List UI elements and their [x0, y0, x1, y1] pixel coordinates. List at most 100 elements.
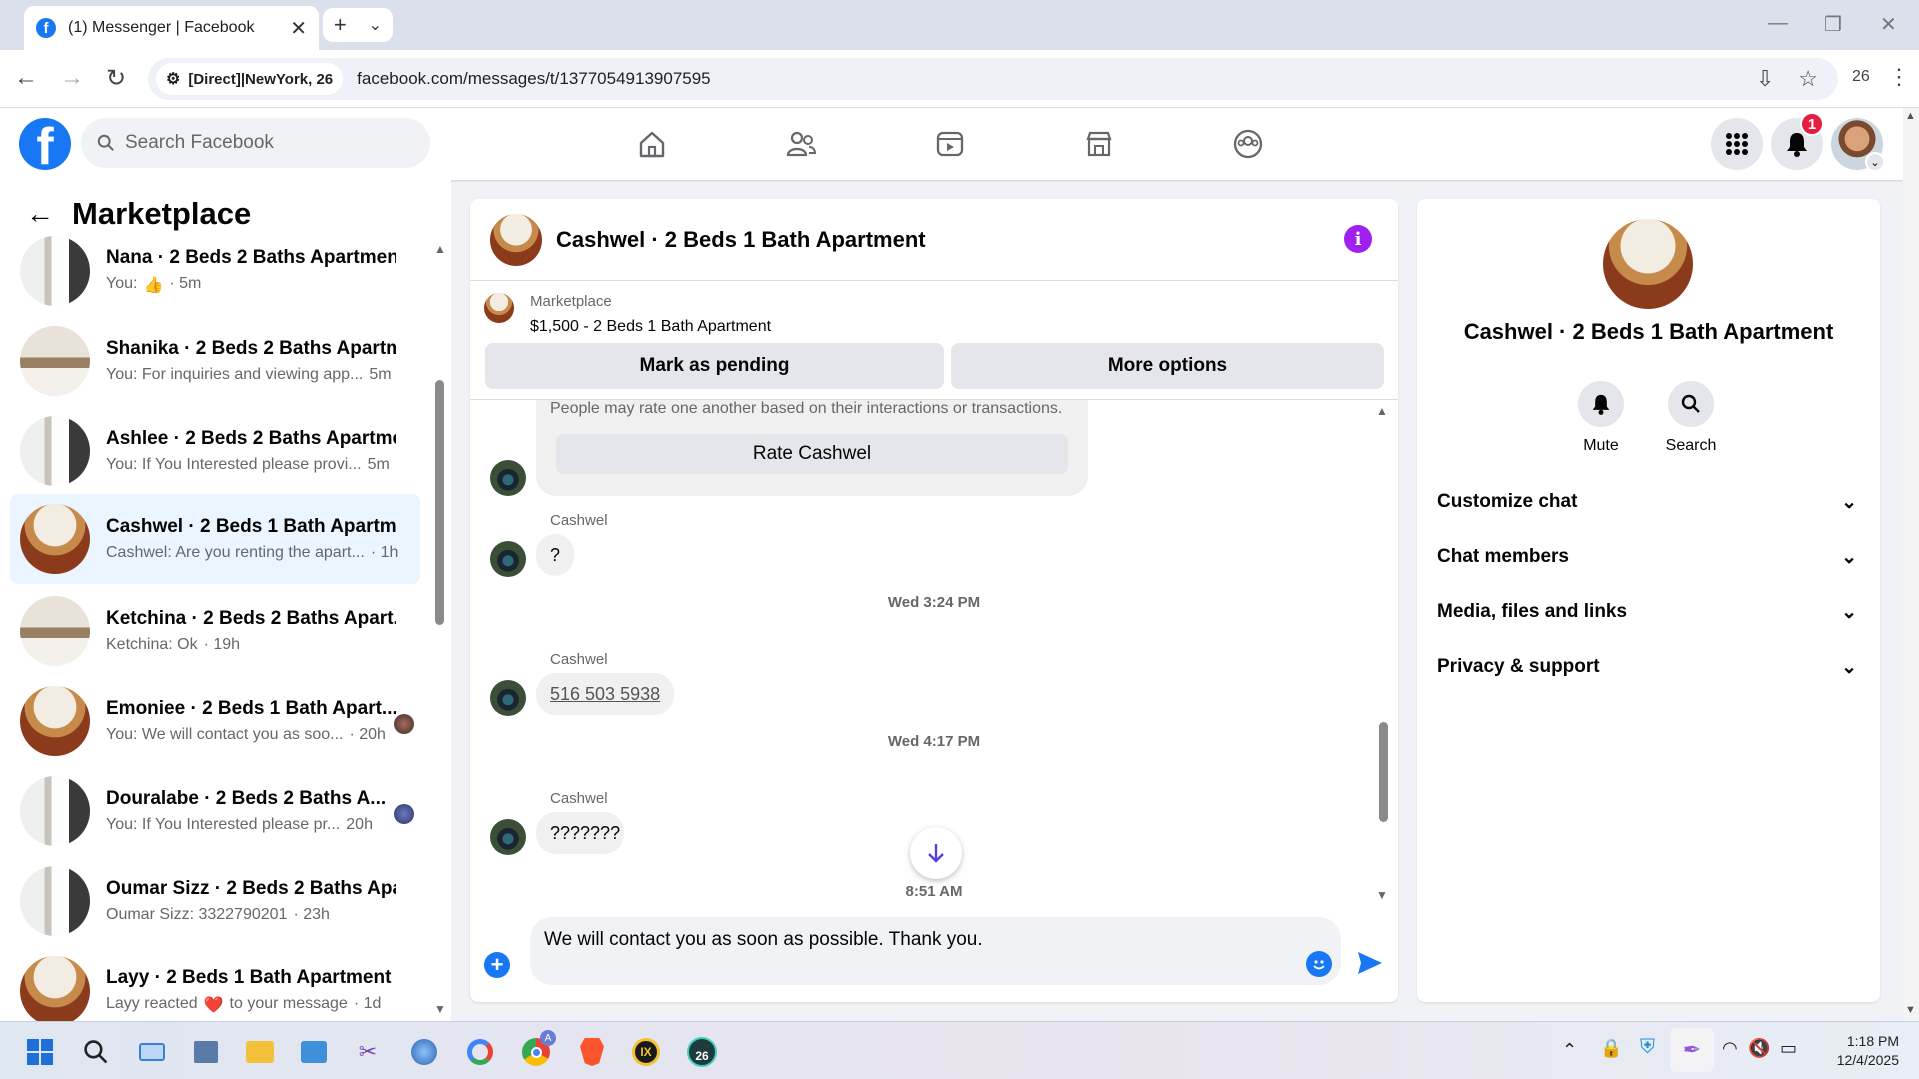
- chat-avatar[interactable]: [490, 213, 542, 266]
- globe-browser-icon[interactable]: [406, 1034, 442, 1070]
- new-tab-icon[interactable]: +: [334, 12, 347, 38]
- page-scrollbar[interactable]: ▲ ▼: [1903, 108, 1919, 1021]
- computer-app-icon[interactable]: [188, 1034, 224, 1070]
- google-app-icon[interactable]: [462, 1034, 498, 1070]
- minimize-icon[interactable]: —: [1768, 12, 1788, 35]
- security-lock-icon[interactable]: 🔒: [1600, 1038, 1622, 1059]
- wifi-icon[interactable]: ◠: [1722, 1038, 1738, 1059]
- task-view-icon[interactable]: [134, 1034, 170, 1070]
- restore-icon[interactable]: ❐: [1824, 12, 1842, 37]
- conversation-item[interactable]: Emoniee · 2 Beds 1 Bath Apart... You: We…: [10, 682, 420, 760]
- close-tab-icon[interactable]: ✕: [290, 16, 307, 41]
- media-files-links-section[interactable]: Media, files and links ⌄: [1437, 590, 1857, 634]
- marketplace-icon[interactable]: [1071, 122, 1127, 166]
- chat-scroll-up-icon[interactable]: ▲: [1376, 404, 1388, 418]
- file-explorer-icon[interactable]: [242, 1034, 278, 1070]
- pen-app-icon[interactable]: ✒: [1670, 1028, 1714, 1072]
- mute-label: Mute: [1583, 437, 1619, 454]
- conversation-item[interactable]: Douralabe · 2 Beds 2 Baths A... You: If …: [10, 772, 420, 850]
- groups-icon[interactable]: [1220, 122, 1276, 166]
- back-icon[interactable]: ←: [14, 64, 38, 92]
- send-icon[interactable]: [1356, 950, 1384, 981]
- sidebar-scrollbar-thumb[interactable]: [435, 380, 444, 625]
- listing-title[interactable]: $1,500 - 2 Beds 1 Bath Apartment: [530, 318, 771, 336]
- tab-list-chevron-icon[interactable]: ⌄: [369, 15, 382, 35]
- sender-avatar[interactable]: [490, 541, 526, 577]
- system-clock[interactable]: 1:18 PM 12/4/2025: [1837, 1032, 1899, 1070]
- mute-button[interactable]: Mute: [1561, 381, 1641, 455]
- friends-icon[interactable]: [773, 122, 829, 166]
- sender-avatar[interactable]: [490, 460, 526, 496]
- add-attachment-icon[interactable]: +: [484, 952, 510, 978]
- install-app-icon[interactable]: ⇩: [1756, 66, 1774, 92]
- address-bar[interactable]: ⚙ [Direct]|NewYork, 26 facebook.com/mess…: [148, 58, 1838, 100]
- conversation-item-active[interactable]: Cashwel · 2 Beds 1 Bath Apartm... Cashwe…: [10, 494, 420, 584]
- chat-members-section[interactable]: Chat members ⌄: [1437, 535, 1857, 579]
- sender-avatar[interactable]: [490, 819, 526, 855]
- info-icon[interactable]: i: [1344, 225, 1372, 253]
- ix-browser-icon[interactable]: IX: [628, 1034, 664, 1070]
- page-scroll-up-icon[interactable]: ▲: [1905, 110, 1916, 122]
- site-info-chip[interactable]: ⚙ [Direct]|NewYork, 26: [156, 63, 344, 95]
- close-window-icon[interactable]: ✕: [1880, 12, 1897, 37]
- conversation-thumbnail: [20, 776, 90, 846]
- message-bubble[interactable]: ?: [536, 534, 574, 576]
- search-icon: [1681, 394, 1700, 413]
- url-text[interactable]: facebook.com/messages/t/1377054913907595: [357, 69, 1744, 89]
- notification-badge: 1: [1800, 112, 1824, 136]
- emoji-icon[interactable]: [1306, 951, 1332, 977]
- snipping-tool-icon[interactable]: ✂: [350, 1034, 386, 1070]
- rate-cashwel-button[interactable]: Rate Cashwel: [556, 434, 1068, 474]
- brave-icon[interactable]: [574, 1034, 610, 1070]
- profile-26-app-icon[interactable]: 26: [684, 1034, 720, 1070]
- speaker-muted-icon[interactable]: 🔇: [1748, 1038, 1770, 1059]
- sender-name: Cashwel: [550, 790, 608, 807]
- bookmark-star-icon[interactable]: ☆: [1798, 66, 1818, 92]
- battery-icon[interactable]: ▭: [1780, 1038, 1797, 1059]
- back-arrow-icon[interactable]: ←: [26, 198, 54, 230]
- message-bubble[interactable]: ???????: [536, 812, 624, 854]
- more-options-button[interactable]: More options: [951, 343, 1384, 389]
- remote-desktop-icon[interactable]: [296, 1034, 332, 1070]
- windows-start-icon[interactable]: [22, 1034, 58, 1070]
- chat-scroll-down-icon[interactable]: ▼: [1376, 888, 1388, 902]
- conversation-item[interactable]: Nana · 2 Beds 2 Baths Apartment You: 👍 · 5…: [10, 232, 420, 310]
- search-in-chat-button[interactable]: Search: [1651, 381, 1731, 455]
- browser-tab[interactable]: f (1) Messenger | Facebook ✕: [24, 6, 319, 50]
- conversation-item[interactable]: Shanika · 2 Beds 2 Baths Apartm... You: …: [10, 322, 420, 400]
- reload-icon[interactable]: ↻: [106, 64, 126, 93]
- show-hidden-icons-icon[interactable]: ⌃: [1562, 1040, 1577, 1061]
- browser-menu-icon[interactable]: ⋮: [1888, 64, 1910, 90]
- sender-avatar[interactable]: [490, 680, 526, 716]
- menu-grid-icon[interactable]: [1711, 118, 1763, 170]
- profile-count[interactable]: 26: [1852, 68, 1870, 86]
- chat-scrollbar-thumb[interactable]: [1379, 722, 1388, 822]
- search-facebook-input[interactable]: Search Facebook: [81, 118, 430, 168]
- phone-number-bubble[interactable]: 516 503 5938: [536, 673, 674, 715]
- account-chevron-icon[interactable]: ⌄: [1865, 152, 1885, 172]
- mark-as-pending-button[interactable]: Mark as pending: [485, 343, 944, 389]
- scroll-up-arrow-icon[interactable]: ▲: [434, 242, 446, 256]
- video-icon[interactable]: [922, 122, 978, 166]
- sidebar-header: ← Marketplace: [26, 196, 251, 232]
- shield-icon[interactable]: ⛨: [1640, 1036, 1655, 1059]
- page-scroll-down-icon[interactable]: ▼: [1905, 1004, 1916, 1016]
- scroll-down-arrow-icon[interactable]: ▼: [434, 1002, 446, 1016]
- conversation-item[interactable]: Ashlee · 2 Beds 2 Baths Apartme... You: …: [10, 412, 420, 490]
- customize-chat-section[interactable]: Customize chat ⌄: [1437, 480, 1857, 524]
- message-input[interactable]: We will contact you as soon as possible.…: [530, 917, 1341, 985]
- facebook-logo-icon[interactable]: f: [19, 118, 71, 170]
- forward-icon[interactable]: →: [60, 64, 84, 92]
- conversation-item[interactable]: Ketchina · 2 Beds 2 Baths Apart... Ketch…: [10, 592, 420, 670]
- conversation-preview: You: We will contact you as soo...: [106, 726, 344, 743]
- home-icon[interactable]: [624, 122, 680, 166]
- privacy-support-section[interactable]: Privacy & support ⌄: [1437, 645, 1857, 689]
- listing-thumbnail[interactable]: [484, 293, 514, 323]
- search-label: Search: [1665, 437, 1717, 454]
- listing-avatar[interactable]: [1603, 219, 1693, 309]
- chat-title[interactable]: Cashwel · 2 Beds 1 Bath Apartment: [556, 227, 926, 253]
- taskbar-search-icon[interactable]: [78, 1034, 114, 1070]
- scroll-to-bottom-button[interactable]: [910, 827, 962, 879]
- conversation-item[interactable]: Layy · 2 Beds 1 Bath Apartment Layy reac…: [10, 952, 420, 1030]
- conversation-item[interactable]: Oumar Sizz · 2 Beds 2 Baths Apa... Oumar…: [10, 862, 420, 940]
